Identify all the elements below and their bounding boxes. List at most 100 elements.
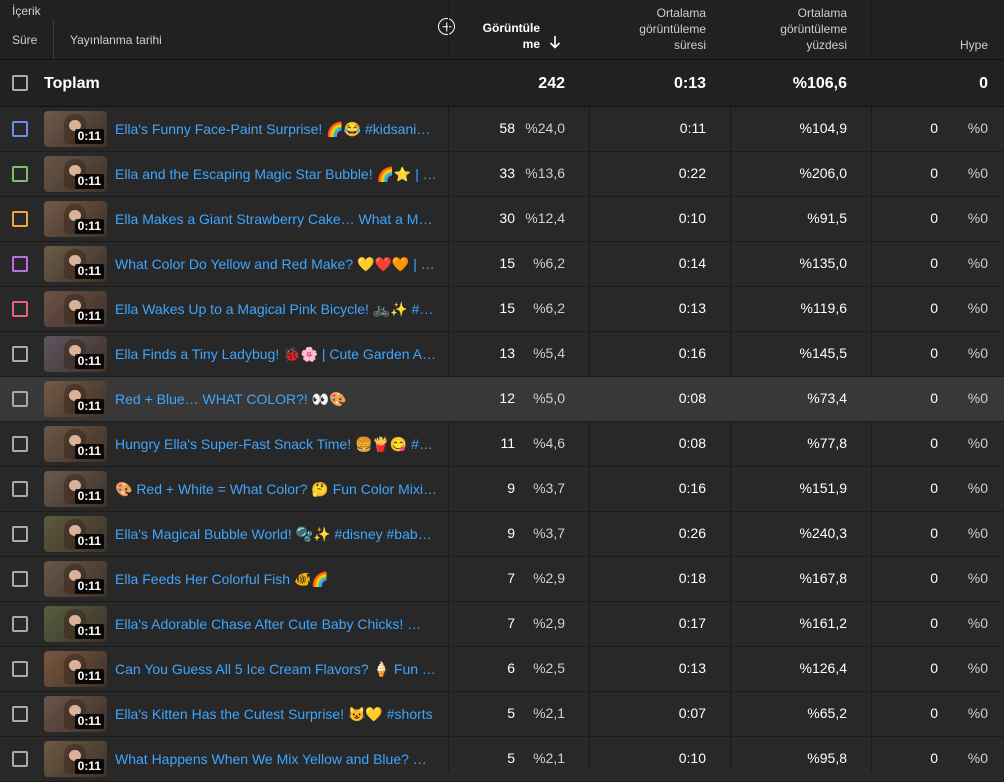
hype-value: 0	[930, 390, 938, 406]
table-row[interactable]: 0:11 Hungry Ella's Super-Fast Snack Time…	[0, 422, 1004, 467]
video-duration-badge: 0:11	[74, 714, 104, 729]
video-title-link[interactable]: What Happens When We Mix Yellow and Blue…	[115, 751, 438, 768]
hype-value: 0	[930, 615, 938, 631]
hype-percent-value: %0	[967, 705, 988, 721]
row-checkbox[interactable]	[12, 256, 28, 272]
video-title-link[interactable]: Ella Wakes Up to a Magical Pink Bicycle!…	[115, 301, 438, 318]
video-title-link[interactable]: Ella and the Escaping Magic Star Bubble!…	[115, 166, 438, 183]
avg-percent-value: %206,0	[799, 165, 847, 181]
hype-percent-value: %0	[967, 750, 988, 766]
video-title-link[interactable]: Ella's Funny Face-Paint Surprise! 🌈😂 #ki…	[115, 121, 438, 138]
video-thumbnail[interactable]: 0:11	[44, 606, 107, 642]
video-title-link[interactable]: 🎨 Red + White = What Color? 🤔 Fun Color …	[115, 481, 438, 498]
video-thumbnail[interactable]: 0:11	[44, 561, 107, 597]
video-thumbnail[interactable]: 0:11	[44, 246, 107, 282]
row-checkbox[interactable]	[12, 436, 28, 452]
row-checkbox[interactable]	[12, 121, 28, 137]
video-title-link[interactable]: Ella's Adorable Chase After Cute Baby Ch…	[115, 616, 438, 633]
sort-descending-arrow-icon[interactable]	[548, 34, 562, 50]
row-checkbox[interactable]	[12, 211, 28, 227]
video-thumbnail[interactable]: 0:11	[44, 111, 107, 147]
row-checkbox[interactable]	[12, 481, 28, 497]
video-thumbnail[interactable]: 0:11	[44, 156, 107, 192]
row-checkbox[interactable]	[12, 391, 28, 407]
row-checkbox[interactable]	[12, 706, 28, 722]
video-thumbnail[interactable]: 0:11	[44, 696, 107, 732]
hype-value: 0	[930, 210, 938, 226]
row-checkbox[interactable]	[12, 571, 28, 587]
table-row[interactable]: 0:11 Ella Makes a Giant Strawberry Cake……	[0, 197, 1004, 242]
table-row[interactable]: 0:11 Ella's Funny Face-Paint Surprise! 🌈…	[0, 107, 1004, 152]
total-avg-duration: 0:13	[673, 75, 706, 92]
video-thumbnail[interactable]: 0:11	[44, 336, 107, 372]
table-row[interactable]: 0:11 Ella Feeds Her Colorful Fish 🐠🌈 7 %…	[0, 557, 1004, 602]
avg-percent-value: %145,5	[799, 345, 847, 361]
video-thumbnail[interactable]: 0:11	[44, 651, 107, 687]
hype-value: 0	[930, 570, 938, 586]
hype-column-header[interactable]: Hype	[880, 37, 988, 53]
row-checkbox[interactable]	[12, 751, 28, 767]
avg-duration-header-line-3: süresi	[673, 38, 706, 52]
video-title-link[interactable]: What Color Do Yellow and Red Make? 💛❤️🧡 …	[115, 256, 438, 273]
video-title-link[interactable]: Red + Blue… WHAT COLOR?! 👀🎨	[115, 391, 438, 408]
table-row[interactable]: 0:11 Ella Wakes Up to a Magical Pink Bic…	[0, 287, 1004, 332]
video-thumbnail[interactable]: 0:11	[44, 291, 107, 327]
hype-value: 0	[930, 300, 938, 316]
avg-pct-header-line-2: görüntüleme	[780, 22, 847, 36]
table-header: İçerik Süre Yayınlanma tarihi Görüntüle …	[0, 0, 1004, 60]
row-checkbox[interactable]	[12, 661, 28, 677]
views-value: 11	[500, 435, 515, 451]
table-row[interactable]: 0:11 Ella's Magical Bubble World! 🫧✨ #di…	[0, 512, 1004, 557]
table-row[interactable]: 0:11 Ella's Kitten Has the Cutest Surpri…	[0, 692, 1004, 737]
hype-percent-value: %0	[967, 615, 988, 631]
video-duration-badge: 0:11	[74, 759, 104, 774]
header-divider	[53, 20, 54, 59]
video-title-link[interactable]: Can You Guess All 5 Ice Cream Flavors? 🍦…	[115, 661, 438, 678]
video-duration-badge: 0:11	[74, 444, 104, 459]
video-thumbnail[interactable]: 0:11	[44, 201, 107, 237]
video-thumbnail[interactable]: 0:11	[44, 381, 107, 417]
video-title-link[interactable]: Ella Finds a Tiny Ladybug! 🐞🌸 | Cute Gar…	[115, 346, 438, 363]
video-thumbnail[interactable]: 0:11	[44, 516, 107, 552]
row-checkbox[interactable]	[12, 526, 28, 542]
table-row[interactable]: 0:11 What Happens When We Mix Yellow and…	[0, 737, 1004, 782]
analytics-content-table: İçerik Süre Yayınlanma tarihi Görüntüle …	[0, 0, 1004, 782]
row-checkbox[interactable]	[12, 166, 28, 182]
publish-date-column-label[interactable]: Yayınlanma tarihi	[70, 33, 162, 47]
video-title-link[interactable]: Ella's Kitten Has the Cutest Surprise! 😺…	[115, 706, 438, 723]
row-checkbox[interactable]	[12, 346, 28, 362]
table-row[interactable]: 0:11 Red + Blue… WHAT COLOR?! 👀🎨 12 %5,0…	[0, 377, 1004, 422]
views-share-value: %5,4	[533, 345, 565, 361]
video-duration-badge: 0:11	[74, 579, 104, 594]
views-value: 58	[499, 120, 515, 136]
table-row[interactable]: 0:11 Can You Guess All 5 Ice Cream Flavo…	[0, 647, 1004, 692]
hype-percent-value: %0	[967, 390, 988, 406]
hype-value: 0	[930, 660, 938, 676]
video-thumbnail[interactable]: 0:11	[44, 426, 107, 462]
avg-duration-value: 0:16	[678, 345, 706, 361]
avg-view-duration-column-header[interactable]: Ortalama görüntüleme süresi	[596, 5, 706, 53]
table-row[interactable]: 0:11 Ella and the Escaping Magic Star Bu…	[0, 152, 1004, 197]
video-title-link[interactable]: Ella's Magical Bubble World! 🫧✨ #disney …	[115, 526, 438, 543]
avg-percent-viewed-column-header[interactable]: Ortalama görüntüleme yüzdesi	[736, 5, 847, 53]
views-share-value: %2,1	[533, 750, 565, 766]
video-title-link[interactable]: Hungry Ella's Super-Fast Snack Time! 🍔🍟😋…	[115, 436, 438, 453]
add-column-plus-icon[interactable]	[438, 18, 455, 35]
table-row[interactable]: 0:11 Ella's Adorable Chase After Cute Ba…	[0, 602, 1004, 647]
row-checkbox[interactable]	[12, 301, 28, 317]
video-thumbnail[interactable]: 0:11	[44, 741, 107, 777]
table-row[interactable]: 0:11 🎨 Red + White = What Color? 🤔 Fun C…	[0, 467, 1004, 512]
video-title-link[interactable]: Ella Feeds Her Colorful Fish 🐠🌈	[115, 571, 438, 588]
duration-column-label[interactable]: Süre	[12, 33, 37, 47]
video-title-link[interactable]: Ella Makes a Giant Strawberry Cake… What…	[115, 211, 438, 228]
video-thumbnail[interactable]: 0:11	[44, 471, 107, 507]
views-share-value: %6,2	[533, 255, 565, 271]
table-row[interactable]: 0:11 Ella Finds a Tiny Ladybug! 🐞🌸 | Cut…	[0, 332, 1004, 377]
avg-duration-value: 0:17	[678, 615, 706, 631]
table-row[interactable]: 0:11 What Color Do Yellow and Red Make? …	[0, 242, 1004, 287]
select-all-checkbox[interactable]	[12, 75, 28, 91]
row-checkbox[interactable]	[12, 616, 28, 632]
views-share-value: %6,2	[533, 300, 565, 316]
views-value: 6	[507, 660, 515, 676]
views-column-header[interactable]: Görüntüle me	[470, 20, 540, 52]
